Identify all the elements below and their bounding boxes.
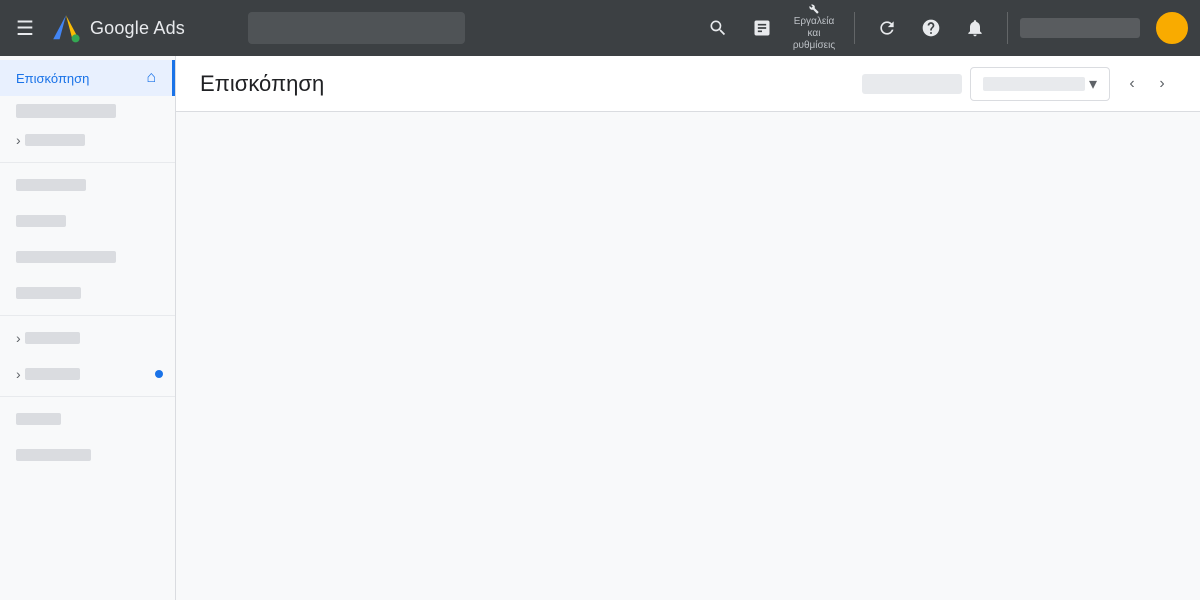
sidebar-overview-label: Επισκόπηση bbox=[16, 71, 89, 86]
user-avatar[interactable] bbox=[1156, 12, 1188, 44]
tools-settings-button[interactable]: Εργαλείακαι ρυθμίσεις bbox=[786, 4, 842, 52]
main-content: Επισκόπηση ▾ ‹ › bbox=[176, 56, 1200, 600]
sidebar-item-5[interactable] bbox=[0, 239, 175, 275]
sidebar-label-3 bbox=[16, 179, 86, 191]
campaigns-icon-button[interactable] bbox=[742, 4, 782, 52]
sidebar-item-6[interactable] bbox=[0, 275, 175, 311]
header-divider-2 bbox=[1007, 12, 1008, 44]
sidebar-item-7[interactable]: › bbox=[0, 320, 175, 356]
sidebar-divider-1 bbox=[0, 162, 175, 163]
notification-dot bbox=[155, 370, 163, 378]
main-layout: Επισκόπηση ⌂ › › bbox=[0, 56, 1200, 600]
expand-icon-7: › bbox=[16, 330, 21, 346]
main-body bbox=[176, 112, 1200, 600]
sidebar-item-9[interactable] bbox=[0, 401, 175, 437]
home-icon: ⌂ bbox=[146, 69, 156, 87]
sidebar-label-6 bbox=[16, 287, 81, 299]
sidebar-placeholder-1 bbox=[16, 104, 116, 118]
account-selector[interactable] bbox=[1020, 18, 1140, 38]
header-search-bar bbox=[248, 12, 465, 44]
sidebar-label-7 bbox=[25, 332, 80, 344]
app-logo: Google Ads bbox=[50, 12, 185, 44]
top-header: ☰ Google Ads bbox=[0, 0, 1200, 56]
main-header: Επισκόπηση ▾ ‹ › bbox=[176, 56, 1200, 112]
google-ads-logo-icon bbox=[50, 12, 82, 44]
sidebar-item-10[interactable] bbox=[0, 437, 175, 473]
menu-icon[interactable]: ☰ bbox=[12, 12, 38, 45]
chevron-down-icon: ▾ bbox=[1089, 74, 1097, 94]
search-button[interactable] bbox=[698, 4, 738, 52]
expand-icon-8: › bbox=[16, 366, 21, 382]
header-divider bbox=[854, 12, 855, 44]
sidebar-label-4 bbox=[16, 215, 66, 227]
sidebar-divider-3 bbox=[0, 396, 175, 397]
header-left: ☰ Google Ads bbox=[12, 12, 232, 45]
sidebar-item-2[interactable]: › bbox=[0, 122, 175, 158]
nav-back-button[interactable]: ‹ bbox=[1118, 70, 1146, 98]
segment-dropdown[interactable]: ▾ bbox=[970, 67, 1110, 101]
sidebar-divider-2 bbox=[0, 315, 175, 316]
header-right: Εργαλείακαι ρυθμίσεις bbox=[698, 4, 1188, 52]
sidebar-item-4[interactable] bbox=[0, 203, 175, 239]
sidebar-item-overview[interactable]: Επισκόπηση ⌂ bbox=[0, 60, 175, 96]
sidebar-label-5 bbox=[16, 251, 116, 263]
page-title: Επισκόπηση bbox=[200, 71, 862, 97]
sidebar-label-10 bbox=[16, 449, 91, 461]
sidebar-label-9 bbox=[16, 413, 61, 425]
main-header-right: ▾ ‹ › bbox=[862, 67, 1176, 101]
help-button[interactable] bbox=[911, 4, 951, 52]
sidebar: Επισκόπηση ⌂ › › bbox=[0, 56, 176, 600]
sidebar-item-8[interactable]: › bbox=[0, 356, 175, 392]
sidebar-label-2 bbox=[25, 134, 85, 146]
dropdown-placeholder-text bbox=[983, 77, 1085, 91]
expand-icon-2: › bbox=[16, 132, 21, 148]
app-title: Google Ads bbox=[90, 18, 185, 39]
sidebar-group-1 bbox=[0, 96, 175, 122]
tools-label: Εργαλείακαι ρυθμίσεις bbox=[786, 16, 842, 52]
date-range-placeholder bbox=[862, 74, 962, 94]
sidebar-label-8 bbox=[25, 368, 80, 380]
refresh-button[interactable] bbox=[867, 4, 907, 52]
nav-arrows: ‹ › bbox=[1118, 70, 1176, 98]
sidebar-item-3[interactable] bbox=[0, 167, 175, 203]
notifications-button[interactable] bbox=[955, 4, 995, 52]
nav-forward-button[interactable]: › bbox=[1148, 70, 1176, 98]
